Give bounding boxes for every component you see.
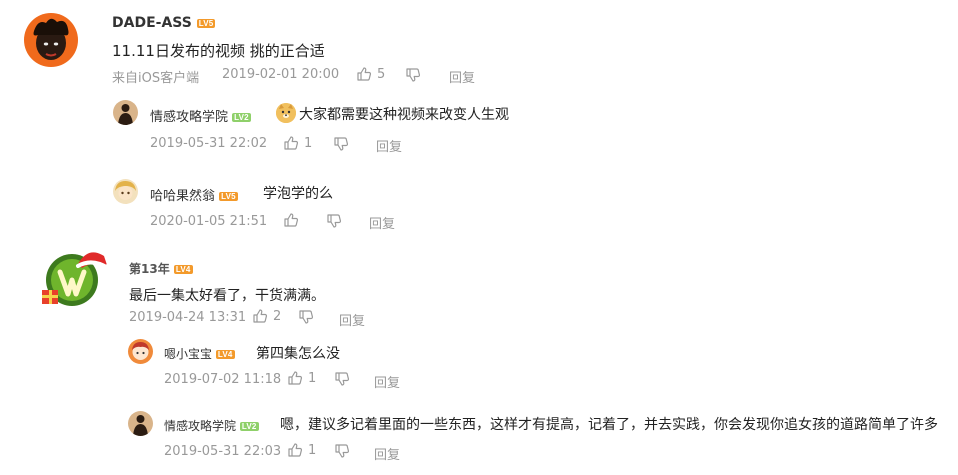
thumbs-up-icon — [252, 308, 268, 324]
reply-username[interactable]: 情感攻略学院 LV2 — [150, 106, 251, 125]
thumbs-down-icon — [298, 309, 314, 325]
reply-button[interactable]: 回复 — [374, 372, 400, 391]
comment-time: 2019-02-01 20:00 — [222, 67, 340, 82]
dislike-button[interactable] — [298, 309, 314, 325]
like-button[interactable]: 1 — [283, 135, 312, 151]
username-text[interactable]: 情感攻略学院 — [150, 110, 228, 125]
thumbs-down-icon — [333, 136, 349, 152]
reply-text-content: 大家都需要这种视频来改变人生观 — [299, 107, 509, 123]
avatar[interactable] — [128, 411, 153, 436]
thumbs-up-icon — [287, 442, 303, 458]
avatar[interactable] — [40, 244, 114, 308]
dislike-button[interactable] — [334, 443, 350, 459]
reply-button[interactable]: 回复 — [449, 67, 475, 86]
reply-time: 2019-05-31 22:02 — [150, 136, 268, 151]
like-button[interactable]: 2 — [252, 308, 281, 324]
like-count: 1 — [308, 442, 317, 458]
like-count: 5 — [377, 66, 386, 82]
reply-username[interactable]: 情感攻略学院 LV2 — [164, 417, 259, 434]
like-count: 1 — [304, 135, 313, 151]
level-badge: LV2 — [232, 113, 251, 122]
like-count: 2 — [273, 308, 282, 324]
thumbs-down-icon — [334, 443, 350, 459]
reply-username[interactable]: 嗯小宝宝 LV4 — [164, 345, 235, 362]
dislike-button[interactable] — [333, 136, 349, 152]
reply-button[interactable]: 回复 — [369, 213, 395, 232]
thumbs-up-icon — [356, 66, 372, 82]
level-badge: LV2 — [239, 422, 259, 431]
avatar[interactable] — [113, 100, 138, 125]
comment-time: 2019-04-24 13:31 — [129, 310, 247, 325]
comment-section: DADE-ASS LV5 11.11日发布的视频 挑的正合适 来自iOS客户端 … — [0, 0, 958, 475]
reply-button[interactable]: 回复 — [376, 136, 402, 155]
avatar[interactable] — [24, 13, 78, 67]
reply-time: 2020-01-05 21:51 — [150, 214, 268, 229]
like-button[interactable]: 1 — [287, 370, 316, 386]
username-text[interactable]: 哈哈果然翁 — [150, 189, 215, 204]
avatar[interactable] — [113, 179, 138, 204]
username-text[interactable]: 第13年 — [129, 262, 170, 276]
level-badge: LV4 — [215, 350, 235, 359]
comment-username[interactable]: DADE-ASS LV5 — [112, 15, 216, 31]
thumbs-down-icon — [326, 213, 342, 229]
comment-source: 来自iOS客户端 — [112, 71, 200, 86]
thumbs-up-icon — [287, 370, 303, 386]
like-button[interactable] — [283, 212, 304, 228]
reply-text: 嗯，建议多记着里面的一些东西，这样才有提高，记着了，并去实践，你会发现你追女孩的… — [280, 417, 938, 433]
doge-emoji — [276, 103, 296, 123]
reply-text: 第四集怎么没 — [256, 346, 340, 362]
dislike-button[interactable] — [405, 67, 421, 83]
reply-button[interactable]: 回复 — [374, 444, 400, 463]
comment-text: 11.11日发布的视频 挑的正合适 — [112, 42, 325, 60]
like-button[interactable]: 1 — [287, 442, 316, 458]
reply-button[interactable]: 回复 — [339, 310, 365, 329]
username-text[interactable]: DADE-ASS — [112, 15, 192, 31]
username-text[interactable]: 情感攻略学院 — [164, 419, 236, 433]
level-badge: LV5 — [196, 18, 216, 28]
reply-text: 学泡学的么 — [263, 186, 333, 202]
reply-text: 大家都需要这种视频来改变人生观 — [276, 103, 509, 124]
dislike-button[interactable] — [326, 213, 342, 229]
thumbs-down-icon — [405, 67, 421, 83]
thumbs-down-icon — [334, 371, 350, 387]
level-badge: LV4 — [173, 265, 193, 274]
thumbs-up-icon — [283, 135, 299, 151]
like-button[interactable]: 5 — [356, 66, 385, 82]
dislike-button[interactable] — [334, 371, 350, 387]
comment-username[interactable]: 第13年 LV4 — [129, 260, 193, 277]
level-badge: LV5 — [219, 192, 238, 201]
reply-time: 2019-07-02 11:18 — [164, 372, 282, 387]
username-text[interactable]: 嗯小宝宝 — [164, 347, 212, 361]
comment-text: 最后一集太好看了，干货满满。 — [129, 288, 325, 304]
reply-username[interactable]: 哈哈果然翁 LV5 — [150, 185, 238, 204]
thumbs-up-icon — [283, 212, 299, 228]
like-count: 1 — [308, 370, 317, 386]
reply-time: 2019-05-31 22:03 — [164, 444, 282, 459]
avatar[interactable] — [128, 339, 153, 364]
